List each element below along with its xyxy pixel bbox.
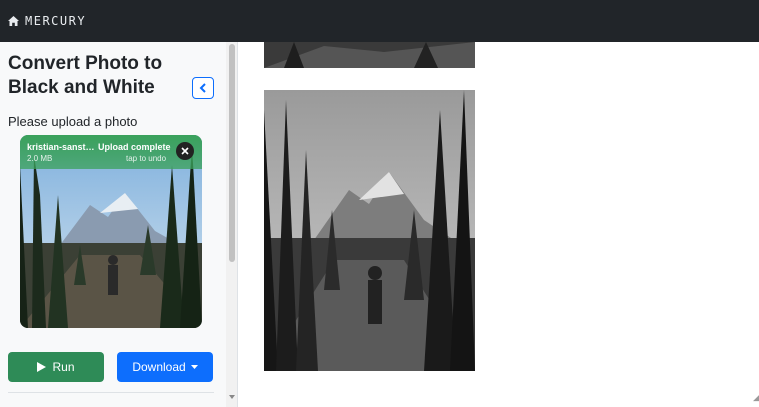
upload-status: Upload complete <box>98 142 171 152</box>
file-upload-preview[interactable]: kristian-sanstr... 2.0 MB Upload complet… <box>20 135 202 328</box>
download-label: Download <box>132 360 186 374</box>
brand-name: MERCURY <box>25 14 87 28</box>
previous-output-image <box>264 42 475 68</box>
caret-down-icon <box>190 365 198 369</box>
collapse-sidebar-button[interactable] <box>192 77 214 99</box>
title-row: Convert Photo to Black and White <box>8 52 218 108</box>
chevron-left-icon <box>199 83 206 93</box>
upload-status-bar: kristian-sanstr... 2.0 MB Upload complet… <box>20 135 202 169</box>
resize-handle[interactable]: ◢ <box>753 392 759 403</box>
main-content: ◢ <box>239 42 759 407</box>
home-icon <box>8 16 19 26</box>
brand-link[interactable]: MERCURY <box>8 14 86 28</box>
upload-hint: tap to undo <box>126 154 167 163</box>
remove-file-button[interactable] <box>176 142 194 160</box>
black-and-white-output-image <box>264 90 475 371</box>
upload-label: Please upload a photo <box>8 114 138 129</box>
navbar: MERCURY <box>0 0 759 42</box>
download-dropdown-button[interactable]: Download <box>117 352 213 382</box>
sidebar: Convert Photo to Black and White Please … <box>0 42 238 407</box>
divider <box>8 392 214 393</box>
scrollbar-thumb[interactable] <box>229 44 235 262</box>
sidebar-scrollbar[interactable] <box>226 42 237 407</box>
play-icon <box>37 362 47 372</box>
scroll-down-arrow-icon[interactable] <box>229 394 235 400</box>
close-icon <box>181 147 189 155</box>
file-name: kristian-sanstr... <box>27 142 95 152</box>
app-title: Convert Photo to Black and White <box>8 53 163 98</box>
run-label: Run <box>52 360 75 374</box>
run-button[interactable]: Run <box>8 352 104 382</box>
file-size: 2.0 MB <box>27 154 53 163</box>
